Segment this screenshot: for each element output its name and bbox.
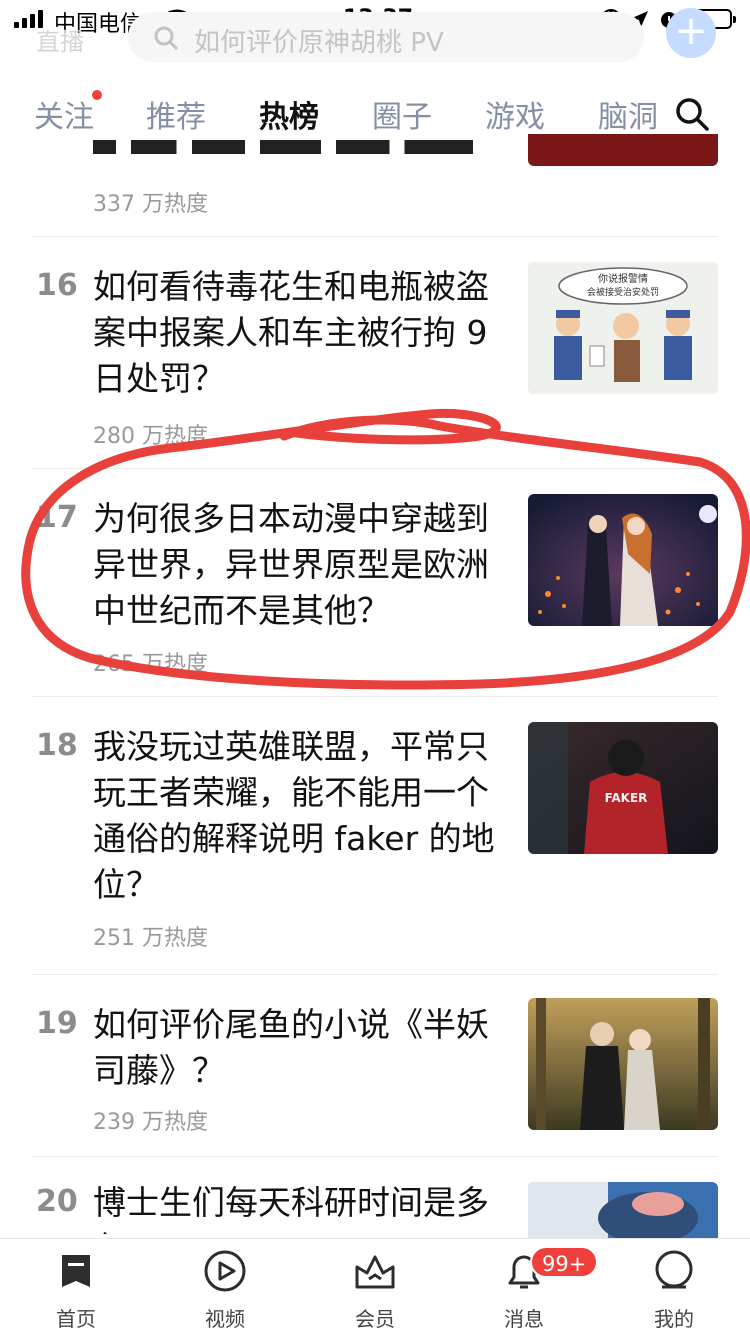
heat-count: 239 万热度 <box>93 1110 208 1135</box>
heat-count: 280 万热度 <box>93 424 208 449</box>
search-icon <box>154 26 179 51</box>
nav-member[interactable]: 会员 <box>325 1239 425 1334</box>
rank-number: 16 <box>36 268 78 303</box>
video-icon <box>204 1250 246 1292</box>
police-cartoon-image: 你说报警情 会被接受治安处罚 <box>528 262 718 394</box>
nav-home[interactable]: 首页 <box>26 1239 126 1334</box>
search-icon[interactable] <box>674 96 710 132</box>
message-count-badge: 99+ <box>530 1246 599 1278</box>
search-placeholder: 如何评价原神胡桃 PV <box>194 28 444 58</box>
nav-video[interactable]: 视频 <box>175 1239 275 1334</box>
bottom-nav: 首页 视频 会员 消息 我的 <box>0 1238 750 1334</box>
lab-photo-image <box>528 1182 718 1238</box>
item-thumbnail <box>528 134 718 166</box>
faker-photo-image: FAKER <box>528 722 718 854</box>
nav-label: 消息 <box>504 1307 544 1331</box>
tab-brainstorm[interactable]: 脑洞 <box>598 92 658 136</box>
nav-label: 视频 <box>205 1307 245 1331</box>
unread-dot <box>92 90 102 100</box>
item-title[interactable]: 如何评价尾鱼的小说《半妖司藤》？ <box>93 1002 503 1094</box>
item-title[interactable]: 我没玩过英雄联盟，平常只玩王者荣耀，能不能用一个通俗的解释说明 faker 的地… <box>93 724 503 908</box>
item-title[interactable]: 为何很多日本动漫中穿越到异世界，异世界原型是欧洲中世纪而不是其他？ <box>93 496 503 634</box>
thumb-caption-2: 会被接受治安处罚 <box>587 286 659 298</box>
thumb-caption-1: 你说报警情 <box>598 272 648 285</box>
divider <box>32 696 718 697</box>
nav-profile[interactable]: 我的 <box>624 1239 724 1334</box>
profile-icon <box>655 1250 693 1289</box>
rank-number: 18 <box>36 728 78 763</box>
divider <box>32 236 718 237</box>
tab-games[interactable]: 游戏 <box>485 92 545 136</box>
item-title-cutoff <box>93 130 473 158</box>
heat-count: 337 万热度 <box>93 192 208 217</box>
live-button[interactable]: 直播 <box>36 22 84 57</box>
item-title[interactable]: 博士生们每天科研时间是多久？ <box>93 1180 503 1234</box>
item-thumbnail[interactable] <box>528 494 718 626</box>
create-post-button[interactable]: + <box>666 8 716 58</box>
item-thumbnail[interactable] <box>528 998 718 1130</box>
home-icon <box>62 1255 90 1287</box>
nav-label: 我的 <box>654 1307 694 1331</box>
anime-scene-image <box>528 494 718 626</box>
rank-number: 17 <box>36 500 78 535</box>
search-input[interactable]: 如何评价原神胡桃 PV <box>128 12 644 62</box>
member-crown-icon <box>355 1255 395 1289</box>
divider <box>32 1156 718 1157</box>
heat-count: 265 万热度 <box>93 652 208 677</box>
item-title[interactable]: 如何看待毒花生和电瓶被盗案中报案人和车主被行拘 9 日处罚？ <box>93 264 503 402</box>
nav-label: 首页 <box>56 1307 96 1331</box>
drama-poster-image <box>528 998 718 1130</box>
divider <box>32 974 718 975</box>
item-thumbnail[interactable]: FAKER <box>528 722 718 854</box>
tab-follow[interactable]: 关注 <box>34 92 94 136</box>
item-thumbnail[interactable]: 你说报警情 会被接受治安处罚 <box>528 262 718 394</box>
divider <box>32 468 718 469</box>
rank-number: 20 <box>36 1184 78 1219</box>
nav-label: 会员 <box>355 1307 395 1331</box>
item-thumbnail[interactable] <box>528 1182 718 1238</box>
jersey-text: FAKER <box>605 791 648 805</box>
rank-number: 19 <box>36 1006 78 1041</box>
heat-count: 251 万热度 <box>93 926 208 951</box>
